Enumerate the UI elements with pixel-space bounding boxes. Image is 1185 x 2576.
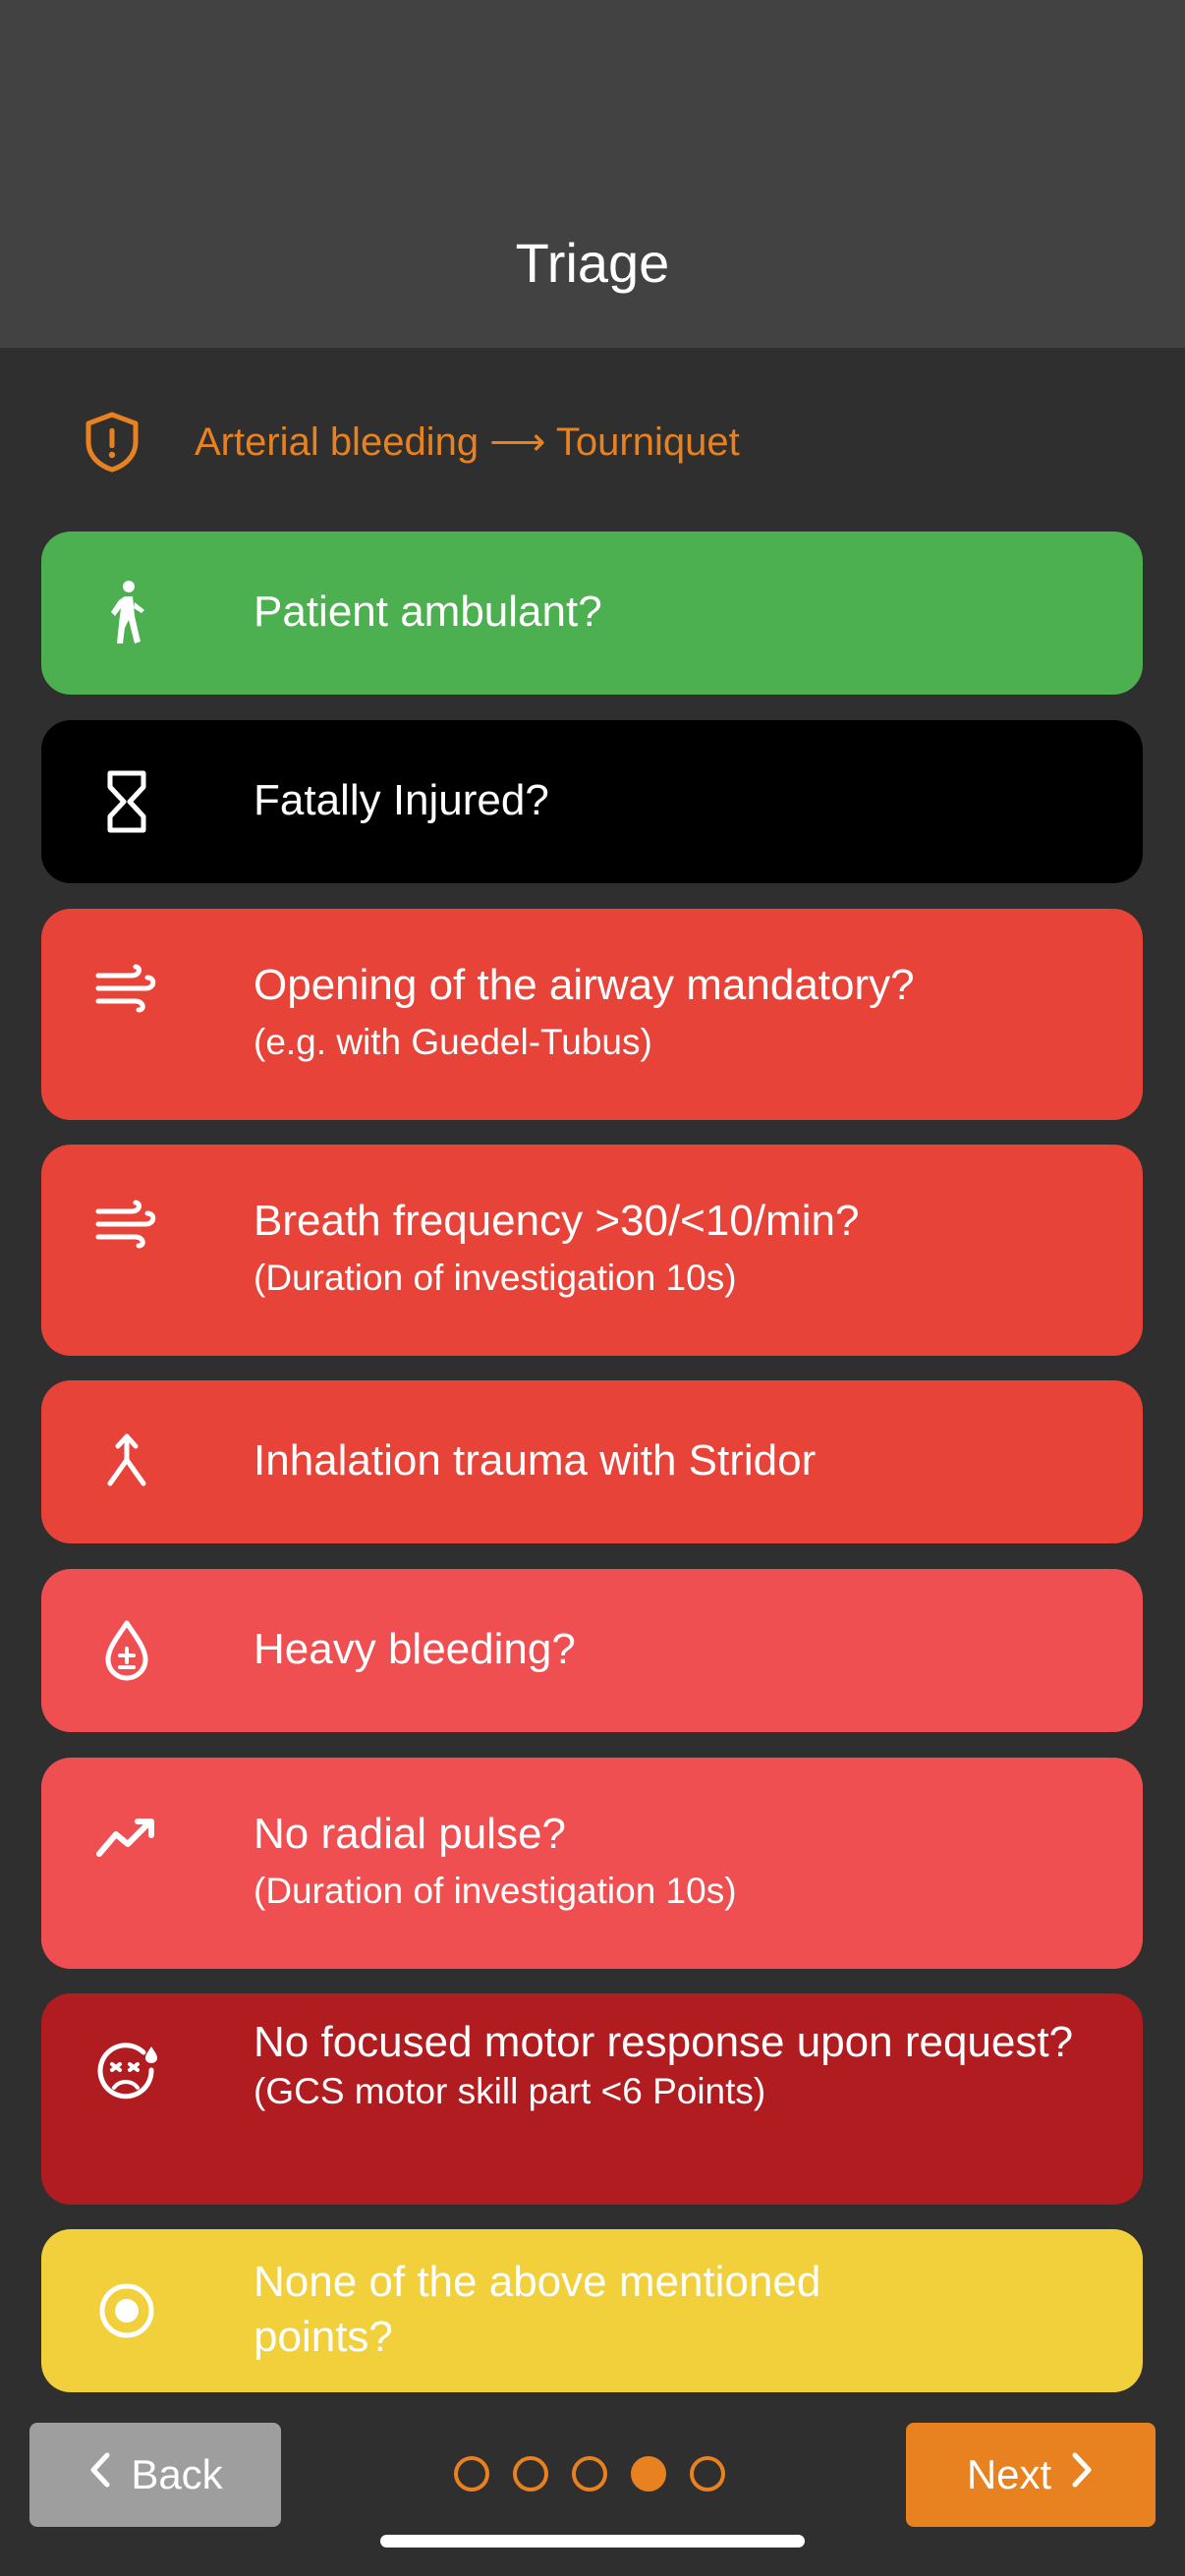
- wind-icon: [92, 954, 161, 1023]
- card-patient-ambulant[interactable]: Patient ambulant?: [41, 532, 1143, 695]
- sick-face-icon: [92, 2039, 161, 2107]
- card-inhalation-trauma[interactable]: Inhalation trauma with Stridor: [41, 1380, 1143, 1543]
- card-no-motor-response[interactable]: No focused motor response upon request? …: [41, 1993, 1143, 2205]
- card-none-of-above[interactable]: None of the above mentioned points?: [41, 2229, 1143, 2392]
- card-title: Breath frequency >30/<10/min?: [254, 1197, 860, 1245]
- page-dot-5[interactable]: [690, 2456, 725, 2492]
- card-subtitle: (GCS motor skill part <6 Points): [254, 2071, 766, 2111]
- page-dot-2[interactable]: [513, 2456, 548, 2492]
- shield-alert-icon: [83, 411, 141, 474]
- card-title: Opening of the airway mandatory?: [254, 961, 915, 1009]
- next-label: Next: [966, 2451, 1052, 2497]
- card-heavy-bleeding[interactable]: Heavy bleeding?: [41, 1569, 1143, 1732]
- card-breath-frequency[interactable]: Breath frequency >30/<10/min? (Duration …: [41, 1145, 1143, 1356]
- notice-text: Arterial bleeding ⟶ Tourniquet: [195, 420, 740, 464]
- card-fatally-injured[interactable]: Fatally Injured?: [41, 720, 1143, 883]
- card-title: Fatally Injured?: [254, 776, 549, 824]
- trending-pulse-icon: [92, 1803, 161, 1872]
- page-title: Triage: [515, 232, 670, 294]
- chevron-left-icon: [87, 2451, 113, 2498]
- back-label: Back: [131, 2451, 223, 2497]
- card-title: No focused motor response upon request?: [254, 2018, 1074, 2066]
- merge-arrow-icon: [92, 1428, 161, 1496]
- app-bar: Triage: [0, 0, 1185, 348]
- card-title: Patient ambulant?: [254, 588, 602, 636]
- card-no-radial-pulse[interactable]: No radial pulse? (Duration of investigat…: [41, 1758, 1143, 1969]
- card-subtitle: (Duration of investigation 10s): [254, 1871, 737, 1911]
- page-dot-1[interactable]: [454, 2456, 489, 2492]
- card-title: Inhalation trauma with Stridor: [254, 1436, 817, 1484]
- card-airway-opening[interactable]: Opening of the airway mandatory? (e.g. w…: [41, 909, 1143, 1120]
- chevron-right-icon: [1069, 2451, 1095, 2498]
- radio-target-icon: [92, 2276, 161, 2345]
- page-indicator: [454, 2456, 735, 2493]
- wind-icon: [92, 1190, 161, 1259]
- tourniquet-notice: Arterial bleeding ⟶ Tourniquet: [0, 393, 1185, 491]
- next-button[interactable]: Next: [906, 2423, 1156, 2527]
- walking-person-icon: [92, 579, 161, 647]
- page-dot-3[interactable]: [572, 2456, 607, 2492]
- card-subtitle: (e.g. with Guedel-Tubus): [254, 1022, 652, 1062]
- card-title: None of the above mentioned points?: [254, 2258, 821, 2361]
- hourglass-icon: [92, 767, 161, 836]
- blood-drop-icon: [92, 1616, 161, 1685]
- bottom-navigation: Back Next: [0, 2407, 1185, 2576]
- card-subtitle: (Duration of investigation 10s): [254, 1258, 737, 1298]
- page-dot-4[interactable]: [631, 2456, 666, 2492]
- card-title: Heavy bleeding?: [254, 1625, 576, 1673]
- card-title: No radial pulse?: [254, 1810, 566, 1858]
- home-indicator[interactable]: [380, 2535, 805, 2548]
- back-button[interactable]: Back: [29, 2423, 281, 2527]
